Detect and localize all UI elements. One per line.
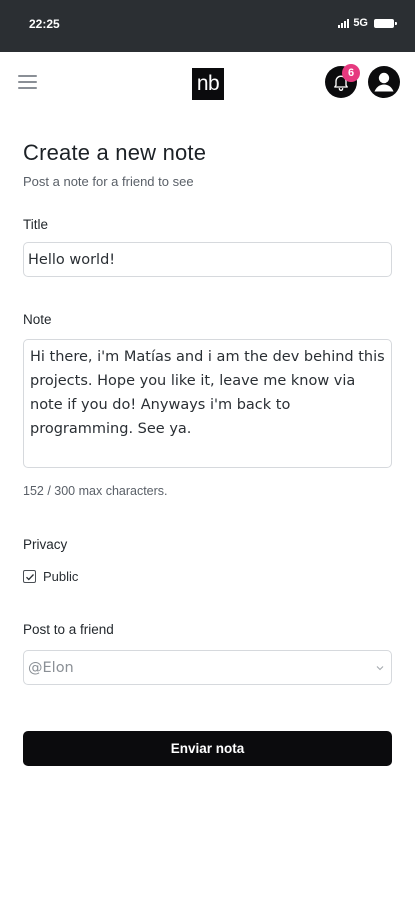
status-indicators: 5G [338, 17, 397, 29]
status-time: 22:25 [29, 17, 60, 31]
status-bar: 22:25 5G [0, 0, 415, 52]
public-label: Public [43, 569, 79, 584]
app-header: nb 6 [0, 52, 415, 114]
friend-select[interactable]: @Elon [23, 650, 392, 685]
app-logo[interactable]: nb [192, 68, 224, 100]
title-input[interactable] [23, 242, 392, 277]
submit-note-button[interactable]: Enviar nota [23, 731, 392, 766]
hamburger-menu-icon[interactable] [18, 75, 37, 89]
privacy-label: Privacy [23, 537, 68, 552]
avatar[interactable] [368, 66, 400, 98]
friend-label: Post to a friend [23, 622, 114, 637]
chevron-down-icon [376, 665, 384, 670]
user-icon [374, 72, 394, 92]
public-checkbox[interactable] [23, 570, 36, 583]
character-count: 152 / 300 max characters. [23, 484, 168, 498]
note-label: Note [23, 312, 52, 327]
public-checkbox-row[interactable]: Public [23, 569, 78, 584]
signal-icon [338, 18, 350, 28]
checkmark-icon [25, 573, 34, 580]
network-label: 5G [353, 17, 368, 29]
create-note-form: Create a new note Post a note for a frie… [23, 140, 392, 766]
page-subtitle: Post a note for a friend to see [23, 174, 194, 189]
notification-count-badge: 6 [342, 64, 360, 82]
battery-icon [374, 18, 397, 28]
title-label: Title [23, 217, 49, 232]
note-textarea[interactable]: Hi there, i'm Matías and i am the dev be… [23, 339, 392, 468]
page-title: Create a new note [23, 140, 207, 165]
friend-select-value: @Elon [28, 659, 74, 676]
